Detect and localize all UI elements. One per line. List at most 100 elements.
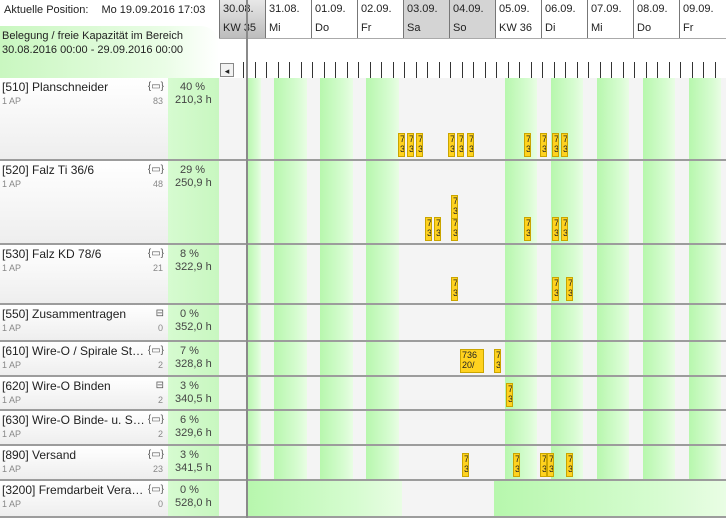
day-column-0209[interactable]: 02.09. Fr (357, 0, 403, 38)
capacity-chart[interactable]: 736 20/7 3 (219, 342, 726, 375)
hour-tick (519, 62, 520, 78)
day-weekday: Do (637, 22, 652, 34)
resource-label[interactable]: [620] Wire-O Binden ⊟ 1 AP 2 (0, 377, 168, 409)
job-block[interactable]: 7 3 (566, 277, 573, 301)
resource-row[interactable]: [530] Falz KD 78/6 {▭} 1 AP 21 8 % 322,9 h7 3… (0, 245, 726, 305)
tick-strip[interactable]: ◂ (219, 38, 726, 78)
capacity-chart[interactable] (219, 481, 726, 516)
resource-type-icon[interactable]: {▭} (148, 484, 164, 495)
resource-label[interactable]: [550] Zusammentragen ⊟ 1 AP 0 (0, 305, 168, 340)
day-column-0309[interactable]: 03.09. Sa (403, 0, 449, 38)
hour-tick (416, 62, 417, 78)
day-date: 30.08. (223, 3, 254, 15)
available-capacity (320, 78, 353, 159)
day-column-3108[interactable]: 31.08. Mi (265, 0, 311, 38)
job-block[interactable]: 7 3 (425, 217, 432, 241)
utilization-percent: 3 % (180, 380, 199, 392)
day-column-0909[interactable]: 09.09. Fr (679, 0, 725, 38)
scroll-left-button[interactable]: ◂ (220, 63, 234, 77)
day-column-0809[interactable]: 08.09. Do (633, 0, 679, 38)
resource-label[interactable]: [520] Falz Ti 36/6 {▭} 1 AP 48 (0, 161, 168, 243)
resource-label[interactable]: [530] Falz KD 78/6 {▭} 1 AP 21 (0, 245, 168, 303)
resource-type-icon[interactable]: {▭} (148, 81, 164, 92)
job-block[interactable]: 7 3 (513, 453, 520, 477)
job-block[interactable]: 7 3 (494, 349, 501, 373)
available-capacity (689, 245, 721, 303)
workstation-count: 1 AP (2, 464, 22, 474)
job-block[interactable]: 7 3 (552, 133, 559, 157)
job-block[interactable]: 7 3 (434, 217, 441, 241)
available-capacity (247, 377, 261, 409)
resource-row[interactable]: [620] Wire-O Binden ⊟ 1 AP 2 3 % 340,5 h 7 3 (0, 377, 726, 411)
day-column-0509[interactable]: 05.09. KW 36 (495, 0, 541, 38)
job-block[interactable]: 7 3 (552, 217, 559, 241)
resource-label[interactable]: [610] Wire-O / Spirale Sta... {▭} 1 AP 2 (0, 342, 168, 375)
job-block[interactable]: 7 3 (451, 277, 458, 301)
available-capacity (247, 446, 261, 479)
job-block[interactable]: 7 3 (540, 453, 547, 477)
job-block[interactable]: 7 3 (506, 383, 513, 407)
job-block[interactable]: 7 3 (540, 133, 547, 157)
resource-row[interactable]: [890] Versand {▭} 1 AP 23 3 % 341,5 h7 37 37 … (0, 446, 726, 481)
job-block[interactable]: 7 3 (561, 217, 568, 241)
job-block[interactable]: 7 3 (398, 133, 405, 157)
resource-row[interactable]: [520] Falz Ti 36/6 {▭} 1 AP 48 29 % 250,9 h7 … (0, 161, 726, 245)
resource-type-icon[interactable]: {▭} (148, 248, 164, 259)
resource-label[interactable]: [890] Versand {▭} 1 AP 23 (0, 446, 168, 479)
job-block[interactable]: 7 3 (416, 133, 423, 157)
day-weekday: Di (545, 22, 556, 34)
job-block[interactable]: 7 3 (467, 133, 474, 157)
resource-row[interactable]: [510] Planschneider {▭} 1 AP 83 40 % 210,3 h7… (0, 78, 726, 161)
job-block[interactable]: 7 3 (566, 453, 573, 477)
capacity-chart[interactable]: 7 37 37 37 37 3 (219, 446, 726, 479)
capacity-chart[interactable]: 7 37 37 37 37 37 37 3 (219, 161, 726, 243)
available-capacity (505, 342, 537, 375)
job-block[interactable]: 7 3 (561, 133, 568, 157)
job-block[interactable]: 7 3 (451, 195, 458, 219)
resource-row[interactable]: [610] Wire-O / Spirale Sta... {▭} 1 AP 2 7 %… (0, 342, 726, 377)
available-capacity (551, 377, 583, 409)
capacity-chart[interactable] (219, 411, 726, 444)
resource-type-icon[interactable]: {▭} (148, 164, 164, 175)
available-capacity (643, 446, 675, 479)
day-column-3008[interactable]: 30.08. KW 35 (219, 0, 265, 38)
resource-name: [530] Falz KD 78/6 (2, 247, 102, 261)
workstation-count: 1 AP (2, 323, 22, 333)
job-count: 0 (157, 323, 163, 333)
job-block[interactable]: 7 3 (524, 217, 531, 241)
job-block[interactable]: 7 3 (552, 277, 559, 301)
resource-type-icon[interactable]: {▭} (148, 345, 164, 356)
day-column-0609[interactable]: 06.09. Di (541, 0, 587, 38)
resource-type-icon[interactable]: {▭} (148, 449, 164, 460)
job-block[interactable]: 7 3 (547, 453, 554, 477)
day-column-0109[interactable]: 01.09. Do (311, 0, 357, 38)
resource-label[interactable]: [510] Planschneider {▭} 1 AP 83 (0, 78, 168, 159)
job-block[interactable]: 7 3 (457, 133, 464, 157)
capacity-chart[interactable]: 7 3 7 3 7 3 (219, 245, 726, 303)
resource-row[interactable]: [630] Wire-O Binde- u. Sta... {▭} 1 AP 2 6 %… (0, 411, 726, 446)
available-capacity (320, 377, 353, 409)
day-column-0409[interactable]: 04.09. So (449, 0, 495, 38)
capacity-chart[interactable]: 7 37 37 37 37 37 37 37 37 37 3 (219, 78, 726, 159)
resource-type-icon[interactable]: ⊟ (156, 380, 164, 391)
utilization-percent: 8 % (180, 248, 199, 260)
job-block[interactable]: 736 20/ (460, 349, 484, 373)
day-column-0709[interactable]: 07.09. Mi (587, 0, 633, 38)
job-block[interactable]: 7 3 (451, 217, 458, 241)
job-block[interactable]: 7 3 (462, 453, 469, 477)
job-block[interactable]: 7 3 (524, 133, 531, 157)
capacity-chart[interactable]: 7 3 (219, 377, 726, 409)
resource-row[interactable]: [3200] Fremdarbeit Verarb... {▭} 1 AP 0 0 % 5… (0, 481, 726, 518)
job-block[interactable]: 7 3 (407, 133, 414, 157)
resource-type-icon[interactable]: ⊟ (156, 308, 164, 319)
day-weekday: So (453, 22, 467, 34)
resource-row[interactable]: [550] Zusammentragen ⊟ 1 AP 0 0 % 352,0 h (0, 305, 726, 342)
resource-type-icon[interactable]: {▭} (148, 414, 164, 425)
available-capacity (505, 78, 537, 159)
job-count: 2 (157, 429, 163, 439)
hour-tick (634, 62, 635, 78)
capacity-chart[interactable] (219, 305, 726, 340)
resource-label[interactable]: [630] Wire-O Binde- u. Sta... {▭} 1 AP 2 (0, 411, 168, 444)
job-block[interactable]: 7 3 (448, 133, 455, 157)
resource-label[interactable]: [3200] Fremdarbeit Verarb... {▭} 1 AP 0 (0, 481, 168, 516)
